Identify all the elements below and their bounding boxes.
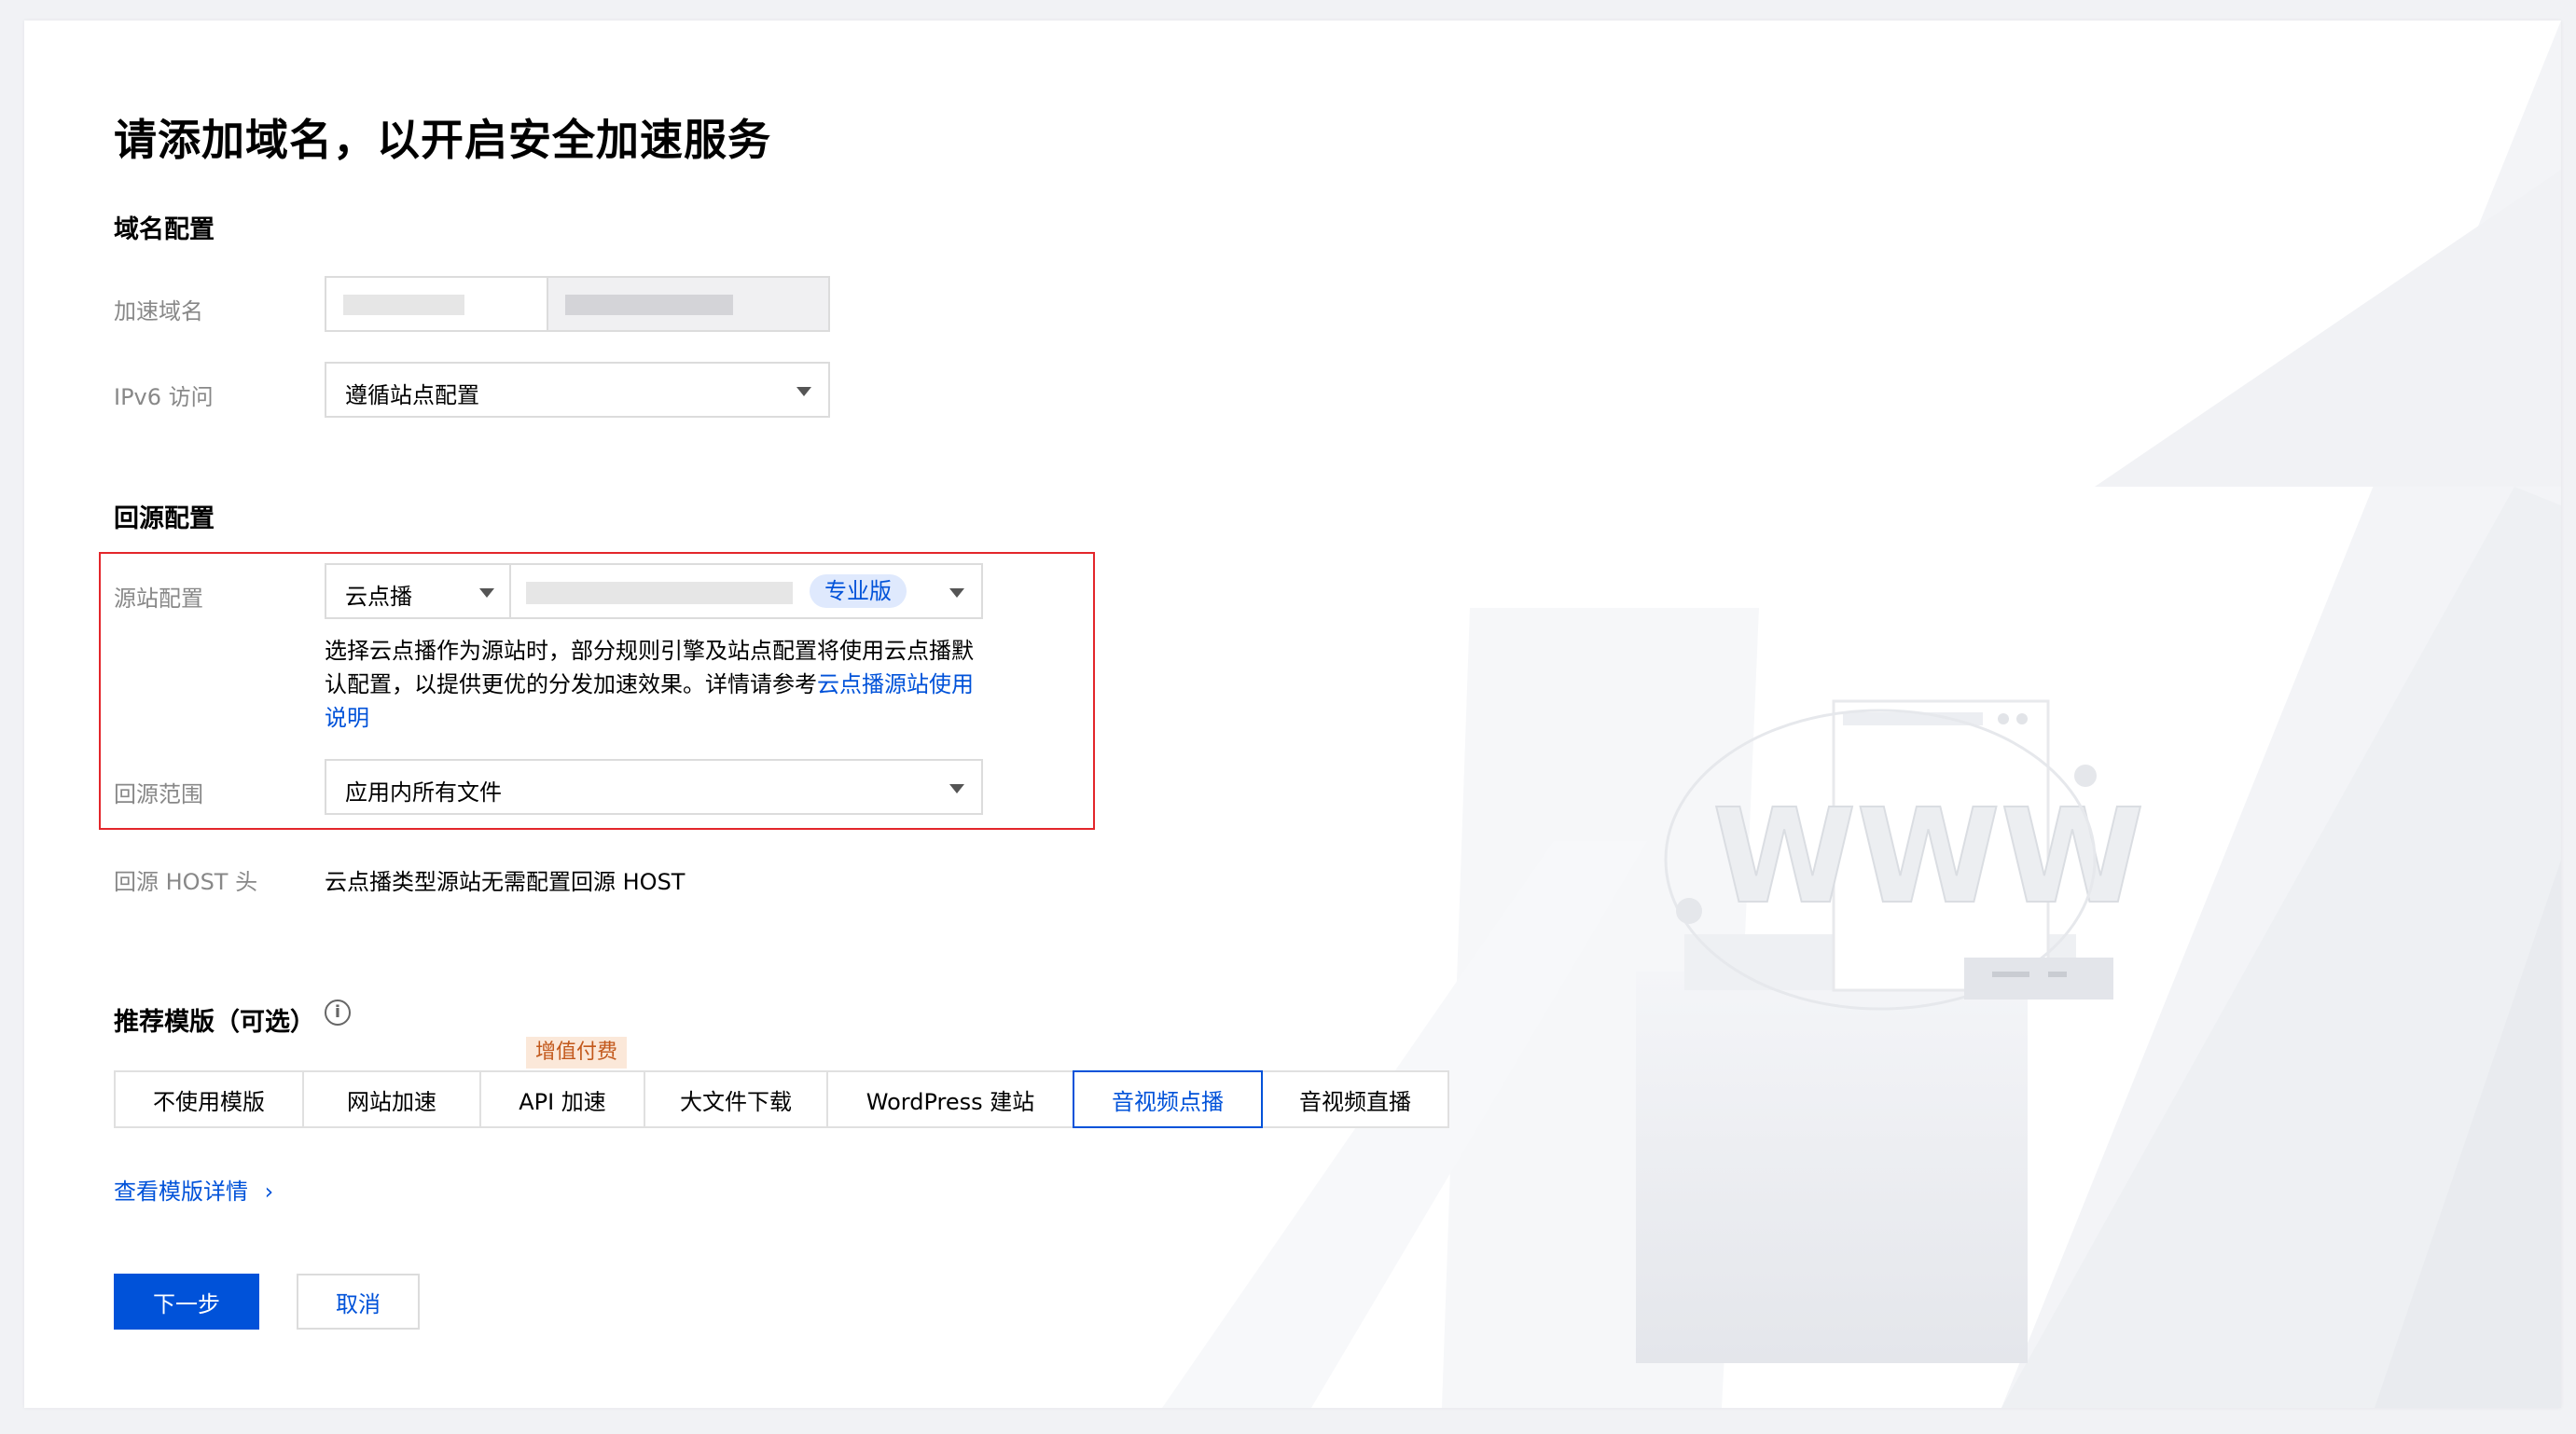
ipv6-select[interactable]: 遵循站点配置 — [325, 362, 830, 418]
chevron-right-icon: › — [264, 1179, 274, 1205]
origin-source-select[interactable]: 专业版 — [509, 563, 983, 619]
chevron-down-icon — [479, 588, 494, 598]
page-title: 请添加域名，以开启安全加速服务 — [114, 115, 771, 165]
ipv6-select-value: 遵循站点配置 — [345, 382, 479, 408]
value-added-badge: 增值付费 — [526, 1037, 628, 1069]
origin-config-title: 回源配置 — [114, 504, 215, 533]
next-button[interactable]: 下一步 — [114, 1274, 259, 1330]
template-tabs: 不使用模版 网站加速 API 加速 大文件下载 WordPress 建站 音视频… — [114, 1070, 1449, 1128]
info-circle-icon[interactable]: i — [325, 1000, 351, 1026]
chevron-down-icon — [949, 784, 964, 793]
range-label: 回源范围 — [114, 781, 203, 807]
template-detail-text: 查看模版详情 — [114, 1179, 248, 1205]
domain-suffix-field — [547, 276, 830, 332]
origin-description: 选择云点播作为源站时，部分规则引擎及站点配置将使用云点播默认配置，以提供更优的分… — [325, 634, 977, 735]
domain-prefix-input[interactable] — [325, 276, 548, 332]
tab-vod[interactable]: 音视频点播 — [1073, 1070, 1263, 1128]
accel-domain-label: 加速域名 — [114, 298, 203, 324]
tab-no-template[interactable]: 不使用模版 — [114, 1070, 304, 1128]
ipv6-label: IPv6 访问 — [114, 384, 214, 410]
host-label: 回源 HOST 头 — [114, 869, 258, 895]
tab-large-file-download[interactable]: 大文件下载 — [644, 1070, 828, 1128]
origin-type-select[interactable]: 云点播 — [325, 563, 511, 619]
origin-label: 源站配置 — [114, 586, 203, 612]
main-card: WWW 请添加域名，以开启安全加速服务 域名配置 加速域名 IPv6 访问 遵循… — [24, 21, 2561, 1408]
tab-api-accel[interactable]: API 加速 — [479, 1070, 645, 1128]
template-title: 推荐模版（可选） — [114, 1008, 315, 1037]
redacted-text — [565, 295, 733, 315]
chevron-down-icon — [796, 387, 811, 396]
template-detail-link[interactable]: 查看模版详情 › — [114, 1173, 273, 1206]
range-select[interactable]: 应用内所有文件 — [325, 759, 983, 815]
tab-website-accel[interactable]: 网站加速 — [302, 1070, 481, 1128]
origin-type-value: 云点播 — [345, 584, 412, 610]
domain-config-title: 域名配置 — [114, 215, 215, 244]
redacted-text — [343, 295, 464, 315]
redacted-text — [526, 582, 793, 604]
host-value: 云点播类型源站无需配置回源 HOST — [325, 869, 686, 895]
tab-wordpress[interactable]: WordPress 建站 — [826, 1070, 1074, 1128]
chevron-down-icon — [949, 588, 964, 598]
edition-tag: 专业版 — [810, 574, 907, 608]
range-select-value: 应用内所有文件 — [345, 779, 502, 806]
tab-live[interactable]: 音视频直播 — [1261, 1070, 1449, 1128]
www-illustration: WWW — [1162, 21, 2561, 1408]
cancel-button[interactable]: 取消 — [297, 1274, 420, 1330]
